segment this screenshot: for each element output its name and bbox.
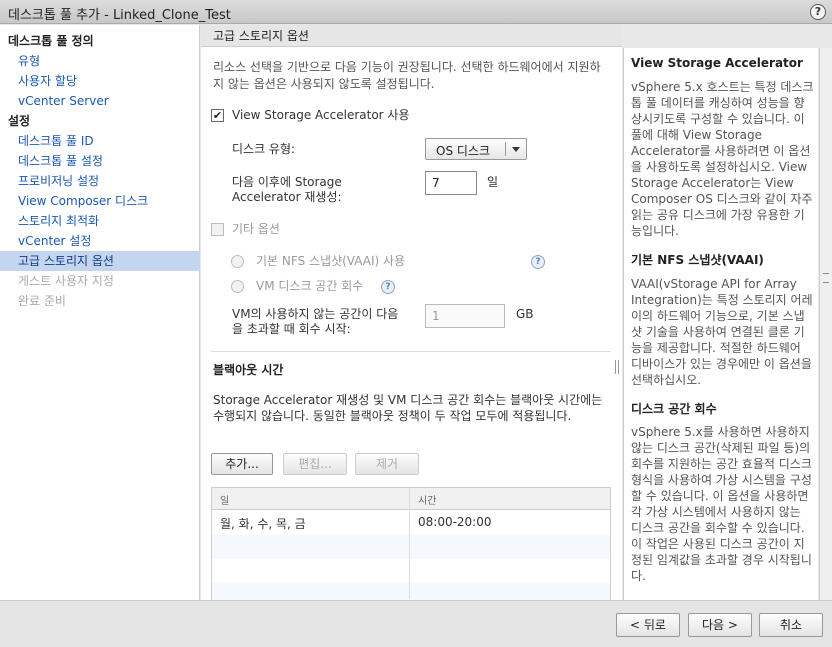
regen-label-line1: 다음 이후에 Storage [232, 175, 342, 189]
empty-row [212, 535, 610, 559]
sidebar-item[interactable]: 스토리지 최적화 [0, 211, 200, 231]
nav-section-heading: 데스크톱 풀 정의 [8, 34, 94, 48]
panel-splitter-handle[interactable] [615, 360, 619, 374]
reclaim-space-label: VM 디스크 공간 회수 [256, 279, 364, 293]
sidebar-item[interactable]: 게스트 사용자 지정 [0, 271, 200, 291]
column-header-time[interactable]: 시간 [418, 492, 436, 507]
sidebar-item[interactable]: 데스크톱 풀 ID [0, 131, 200, 151]
help-body-reclaim: vSphere 5.x를 사용하면 사용하지 않는 디스크 공간(삭제된 파일 … [631, 425, 812, 583]
wizard-nav: 데스크톱 풀 정의유형 사용자 할당 vCenter Server 설정데스크톱 풀 … [0, 25, 200, 600]
title-bar: 데스크톱 풀 추가 - Linked_Clone_Test ? [0, 0, 832, 24]
row-time: 08:00-20:00 [418, 515, 492, 529]
reclaim-help-icon[interactable]: ? [381, 280, 395, 294]
sidebar-item[interactable]: 유형 [0, 51, 200, 71]
wizard-footer: < 뒤로 다음 > 취소 [0, 600, 832, 647]
threshold-label-line1: VM의 사용하지 않는 공간이 다음 [232, 307, 399, 321]
blackout-title: 블랙아웃 시간 [213, 363, 284, 377]
blackout-table: 일 시간 월, 화, 수, 목, 금 08:00-20:00 [211, 487, 611, 600]
threshold-label-line2: 을 초과할 때 회수 시작: [232, 322, 351, 336]
next-button[interactable]: 다음 > [688, 613, 752, 637]
remove-blackout-button[interactable]: 제거 [355, 453, 419, 475]
help-body-vaai: VAAI(vStorage API for Array Integration)… [631, 277, 813, 387]
vsa-checkbox[interactable]: ✔ [211, 109, 224, 122]
help-body-vsa: vSphere 5.x 호스트는 특정 데스크톱 풀 데이터를 캐싱하여 성능을… [631, 80, 814, 238]
reclaim-space-radio[interactable] [231, 280, 244, 293]
main-panel: 고급 스토리지 옵션 리소스 선택을 기반으로 다음 기능이 권장됩니다. 선택… [201, 25, 622, 600]
help-title-reclaim: 디스크 공간 회수 [631, 402, 717, 416]
scrollbar-grip[interactable] [823, 273, 829, 283]
help-panel: View Storage Accelerator vSphere 5.x 호스트… [623, 48, 818, 600]
regen-label-line2: Accelerator 재생성: [232, 190, 342, 204]
add-blackout-button[interactable]: 추가... [211, 453, 273, 475]
table-row[interactable]: 월, 화, 수, 목, 금 08:00-20:00 [212, 511, 610, 535]
help-scrollbar[interactable] [819, 48, 832, 600]
nav-section-heading: 설정 [8, 114, 31, 128]
nfs-snapshot-radio[interactable] [231, 255, 244, 268]
chevron-down-icon [512, 147, 520, 152]
edit-blackout-button[interactable]: 편집... [283, 453, 347, 475]
vsa-checkbox-label: View Storage Accelerator 사용 [232, 108, 410, 122]
empty-row [212, 583, 610, 600]
sidebar-item[interactable]: vCenter Server [0, 91, 200, 111]
section-divider [211, 351, 611, 352]
row-day: 월, 화, 수, 목, 금 [220, 517, 306, 531]
other-options-checkbox[interactable] [211, 223, 224, 236]
threshold-gb-input[interactable] [425, 304, 505, 328]
regen-unit: 일 [487, 175, 499, 189]
regen-days-input[interactable] [425, 171, 477, 195]
intro-text: 리소스 선택을 기반으로 다음 기능이 권장됩니다. 선택한 하드웨어에서 지원… [213, 60, 601, 91]
sidebar-item[interactable]: 데스크톱 풀 설정 [0, 151, 200, 171]
disk-type-label: 디스크 유형: [232, 142, 296, 156]
sidebar-item[interactable]: View Composer 디스크 [0, 191, 200, 211]
threshold-unit: GB [516, 307, 534, 321]
column-header-day[interactable]: 일 [220, 492, 229, 507]
sidebar-item[interactable]: vCenter 설정 [0, 231, 200, 251]
empty-row [212, 559, 610, 583]
other-options-label: 기타 옵션 [232, 222, 280, 236]
cancel-button[interactable]: 취소 [759, 613, 823, 637]
back-button[interactable]: < 뒤로 [616, 613, 680, 637]
disk-type-value: OS 디스크 [436, 144, 490, 158]
sidebar-item[interactable]: 완료 준비 [0, 291, 200, 311]
column-separator [409, 488, 410, 599]
help-title-vaai: 기본 NFS 스냅샷(VAAI) [631, 253, 764, 267]
sidebar-item[interactable]: 프로비저닝 설정 [0, 171, 200, 191]
page-title: 고급 스토리지 옵션 [201, 25, 622, 47]
blackout-desc: Storage Accelerator 재생성 및 VM 디스크 공간 회수는 … [213, 393, 603, 423]
table-header: 일 시간 [212, 488, 610, 510]
window-title: 데스크톱 풀 추가 - Linked_Clone_Test [8, 8, 231, 23]
combo-separator [505, 142, 506, 156]
disk-type-select[interactable]: OS 디스크 [425, 138, 527, 160]
nfs-snapshot-label: 기본 NFS 스냅샷(VAAI) 사용 [256, 254, 406, 268]
sidebar-item[interactable]: 사용자 할당 [0, 71, 200, 91]
nfs-help-icon[interactable]: ? [531, 255, 545, 269]
help-title-vsa: View Storage Accelerator [631, 56, 803, 70]
help-icon[interactable]: ? [810, 4, 826, 20]
sidebar-item[interactable]: 고급 스토리지 옵션 [0, 251, 200, 271]
